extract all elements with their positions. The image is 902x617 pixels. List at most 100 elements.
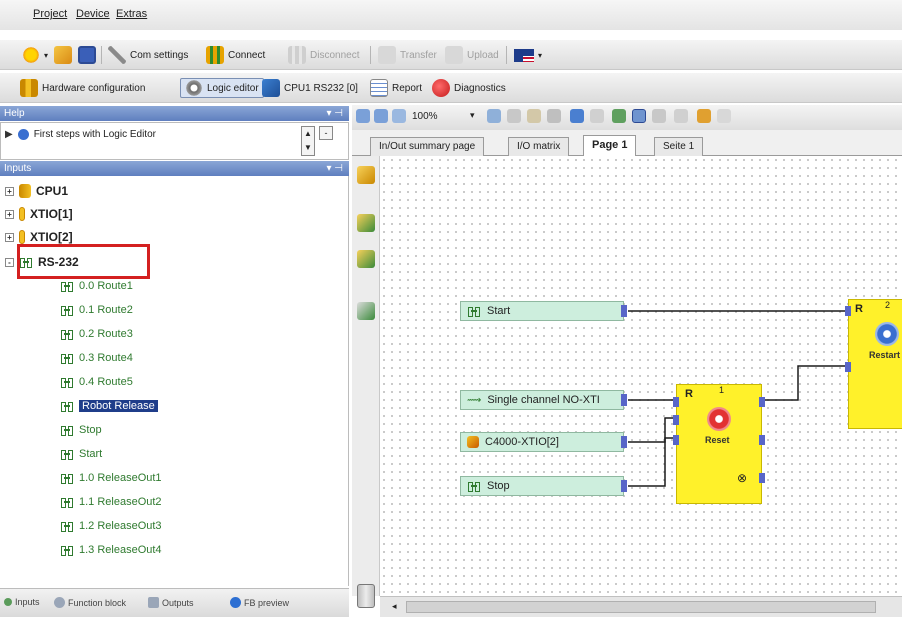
- com-settings-button[interactable]: Com settings: [108, 45, 188, 65]
- zoom-in-icon[interactable]: [356, 109, 370, 123]
- zoom-out-icon[interactable]: [374, 109, 388, 123]
- signal-c4000[interactable]: C4000-XTIO[2]: [460, 432, 627, 452]
- input-pin[interactable]: [673, 415, 679, 425]
- output-port[interactable]: [621, 305, 627, 317]
- refresh-page-icon[interactable]: [357, 250, 375, 268]
- input-pin[interactable]: [845, 306, 851, 316]
- tab-inputs[interactable]: Inputs: [4, 597, 40, 607]
- signal-start[interactable]: Start: [460, 301, 627, 321]
- output-pin[interactable]: [759, 397, 765, 407]
- delete-icon[interactable]: [547, 109, 561, 123]
- list-icon[interactable]: [674, 109, 688, 123]
- tab-function-block[interactable]: Function block: [54, 597, 126, 608]
- tree-node-xtio1[interactable]: + XTIO[1]: [5, 207, 73, 221]
- panel-pin-icon[interactable]: ▾ ⊣: [326, 161, 343, 176]
- language-button[interactable]: ▾: [514, 45, 542, 65]
- signal-single-channel[interactable]: ⟿ Single channel NO-XTI: [460, 390, 627, 410]
- tree-leaf-stop[interactable]: Stop: [60, 424, 102, 436]
- redo-icon[interactable]: [590, 109, 604, 123]
- tab-fb-preview[interactable]: FB preview: [230, 597, 289, 608]
- eraser-icon[interactable]: [357, 166, 375, 184]
- tree-leaf-label: 1.0 ReleaseOut1: [79, 472, 162, 484]
- upload-button[interactable]: Upload: [445, 45, 499, 65]
- cut-icon[interactable]: [507, 109, 521, 123]
- paste-icon[interactable]: [527, 109, 541, 123]
- input-pin[interactable]: [673, 435, 679, 445]
- help-item[interactable]: ▶ First steps with Logic Editor: [5, 129, 156, 140]
- add-page-icon[interactable]: [357, 214, 375, 232]
- open-folder-icon: [54, 46, 72, 64]
- tab-outputs[interactable]: Outputs: [148, 597, 194, 608]
- hardware-configuration-button[interactable]: Hardware configuration: [20, 78, 145, 98]
- align-icon[interactable]: [612, 109, 626, 123]
- zoom-dropdown-icon[interactable]: ▾: [470, 110, 475, 121]
- tree-leaf-route1[interactable]: 0.0 Route1: [60, 280, 133, 292]
- restart-function-block[interactable]: R 2 Restart: [845, 299, 902, 429]
- tree-leaf-route4[interactable]: 0.3 Route4: [60, 352, 133, 364]
- tree-node-cpu1[interactable]: + CPU1: [5, 184, 68, 198]
- reset-function-block[interactable]: R 1 Reset ⊗: [673, 384, 765, 504]
- tab-inout-summary[interactable]: In/Out summary page: [370, 137, 485, 156]
- horizontal-scrollbar[interactable]: ◂: [380, 596, 902, 617]
- sensor-icon: [467, 436, 479, 448]
- new-project-button[interactable]: ▾: [22, 45, 48, 65]
- block-number: 2: [885, 300, 891, 310]
- view-toolbar: Hardware configuration Logic editor CPU1…: [0, 73, 902, 103]
- logic-canvas[interactable]: Start ⟿ Single channel NO-XTI C4000-XTIO…: [380, 156, 902, 596]
- menu-extras[interactable]: Extras: [116, 8, 147, 20]
- tree-leaf-releaseout1[interactable]: 1.0 ReleaseOut1: [60, 472, 162, 484]
- copy-icon[interactable]: [487, 109, 501, 123]
- input-pin[interactable]: [673, 397, 679, 407]
- menu-device[interactable]: Device: [76, 8, 110, 20]
- tree-leaf-route5[interactable]: 0.4 Route5: [60, 376, 133, 388]
- menu-project[interactable]: Project: [33, 8, 67, 20]
- help-spinner[interactable]: ▲ ▼: [301, 126, 315, 156]
- cpu-port-button[interactable]: CPU1 RS232 [0]: [262, 78, 358, 98]
- disconnect-button[interactable]: Disconnect: [288, 45, 359, 65]
- transfer-button[interactable]: Transfer: [378, 45, 437, 65]
- output-pin[interactable]: [759, 473, 765, 483]
- probe-icon[interactable]: [717, 109, 731, 123]
- tab-page-1[interactable]: Page 1: [583, 135, 637, 157]
- grid-icon[interactable]: [632, 109, 646, 123]
- tree-leaf-route3[interactable]: 0.2 Route3: [60, 328, 133, 340]
- tree-leaf-route2[interactable]: 0.1 Route2: [60, 304, 133, 316]
- add-block-icon[interactable]: [357, 302, 375, 320]
- tab-seite-1[interactable]: Seite 1: [654, 137, 704, 156]
- connect-button[interactable]: Connect: [206, 45, 265, 65]
- trash-icon[interactable]: [357, 584, 375, 608]
- output-pin[interactable]: [759, 435, 765, 445]
- tree-leaf-robot-release[interactable]: Robot Release: [60, 400, 158, 412]
- zoom-level[interactable]: 100%: [412, 111, 438, 122]
- scroll-left-icon[interactable]: ◂: [392, 601, 397, 612]
- tab-io-matrix[interactable]: I/O matrix: [508, 137, 570, 156]
- output-port[interactable]: [621, 480, 627, 492]
- open-project-button[interactable]: [54, 45, 72, 65]
- tree-node-xtio2[interactable]: + XTIO[2]: [5, 230, 73, 244]
- save-button[interactable]: [78, 45, 96, 65]
- undo-icon[interactable]: [570, 109, 584, 123]
- tree-leaf-start[interactable]: Start: [60, 448, 102, 460]
- signal-stop[interactable]: Stop: [460, 476, 627, 496]
- tree-leaf-releaseout3[interactable]: 1.2 ReleaseOut3: [60, 520, 162, 532]
- output-port[interactable]: [621, 436, 627, 448]
- output-port[interactable]: [621, 394, 627, 406]
- input-pin[interactable]: [845, 362, 851, 372]
- expand-icon[interactable]: +: [5, 209, 14, 219]
- collapse-icon[interactable]: -: [5, 257, 14, 267]
- table-icon[interactable]: [652, 109, 666, 123]
- expand-icon[interactable]: +: [5, 232, 14, 242]
- diagnostics-button[interactable]: Diagnostics: [432, 78, 506, 98]
- panel-pin-icon[interactable]: ▾ ⊣: [326, 106, 343, 121]
- tree-leaf-releaseout4[interactable]: 1.3 ReleaseOut4: [60, 544, 162, 556]
- expand-icon[interactable]: +: [5, 186, 14, 196]
- scroll-thumb[interactable]: [406, 601, 876, 613]
- floppy-disk-icon: [78, 46, 96, 64]
- help-collapse-button[interactable]: -: [319, 126, 333, 140]
- tree-leaf-releaseout2[interactable]: 1.1 ReleaseOut2: [60, 496, 162, 508]
- network-icon[interactable]: [697, 109, 711, 123]
- logic-editor-button[interactable]: Logic editor: [180, 78, 264, 98]
- help-panel-title: Help: [4, 108, 25, 119]
- report-button[interactable]: Report: [370, 78, 422, 98]
- zoom-fit-icon[interactable]: [392, 109, 406, 123]
